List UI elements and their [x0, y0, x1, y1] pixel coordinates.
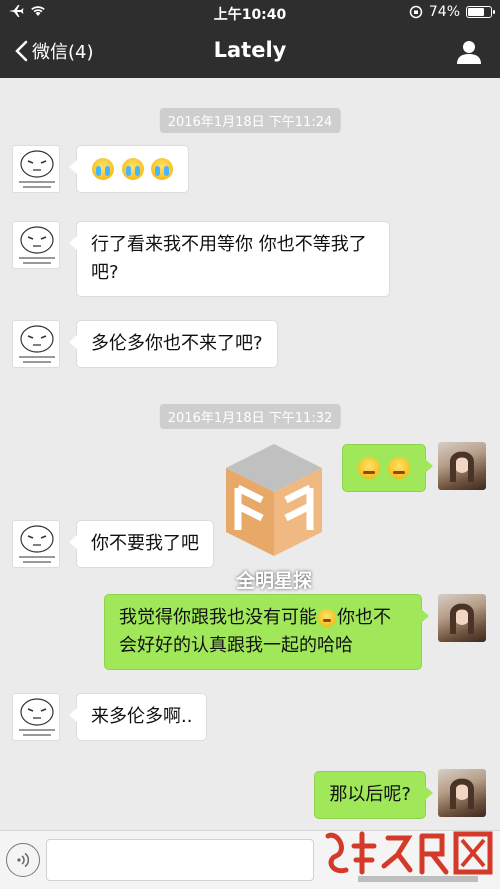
sound-wave-icon [17, 852, 30, 868]
angry-face-icon [388, 457, 410, 479]
message-text: 你不要我了吧 [91, 533, 199, 554]
message-bubble[interactable] [342, 444, 433, 492]
avatar[interactable] [12, 320, 60, 368]
cartoon-face-icon [19, 525, 55, 563]
nav-bar: 微信(4) Lately [0, 26, 500, 78]
avatar[interactable] [438, 594, 486, 642]
chat-area[interactable]: 2016年1月18日 下午11:24 行了看来我不用等你 你也不等我了吧? 多伦… [0, 78, 500, 830]
cartoon-face-icon [19, 150, 55, 188]
message-text: 多伦多你也不来了吧? [91, 333, 263, 354]
avatar[interactable] [12, 520, 60, 568]
battery-icon [466, 6, 495, 18]
cartoon-face-icon [19, 325, 55, 363]
chat-title: Lately [213, 38, 287, 62]
avatar[interactable] [12, 221, 60, 269]
profile-icon[interactable] [456, 39, 482, 65]
angry-face-icon [358, 457, 381, 479]
user-photo-icon [450, 603, 474, 634]
avatar[interactable] [12, 145, 60, 193]
message-text: 行了看来我不用等你 你也不等我了吧? [91, 234, 367, 283]
message-bubble[interactable]: 来多伦多啊.. [68, 693, 208, 741]
message-bubble[interactable]: 那以后呢? [314, 771, 433, 819]
cartoon-face-icon [19, 226, 55, 264]
cry-face-icon [151, 158, 174, 180]
site-logo-watermark [325, 831, 493, 882]
avatar[interactable] [12, 693, 60, 741]
angry-face-icon [318, 609, 336, 627]
timestamp: 2016年1月18日 下午11:32 [159, 404, 341, 429]
message-input[interactable] [46, 839, 314, 881]
user-photo-icon [450, 451, 474, 482]
cry-face-icon [121, 158, 144, 180]
user-photo-icon [450, 778, 474, 809]
status-right: 74% [409, 4, 495, 20]
message-bubble[interactable]: 多伦多你也不来了吧? [69, 320, 278, 368]
status-bar: 上午10:40 74% [0, 0, 500, 26]
avatar[interactable] [438, 769, 486, 817]
cartoon-face-icon [19, 698, 55, 736]
message-text: 来多伦多啊.. [91, 706, 193, 727]
message-text: 那以后呢? [329, 784, 411, 805]
timestamp: 2016年1月18日 下午11:24 [159, 108, 341, 133]
voice-input-button[interactable] [6, 843, 40, 877]
message-bubble[interactable] [68, 145, 190, 193]
rotation-lock-icon [409, 5, 423, 19]
cry-face-icon [92, 158, 114, 180]
message-bubble[interactable]: 你不要我了吧 [69, 520, 214, 568]
message-bubble[interactable]: 我觉得你跟我也没有可能 你也不会好好的认真跟我一起的哈哈 [104, 594, 429, 670]
avatar[interactable] [438, 442, 486, 490]
message-text: 我觉得你跟我也没有可能 [119, 607, 317, 628]
battery-percent: 74% [428, 4, 460, 20]
message-bubble[interactable]: 行了看来我不用等你 你也不等我了吧? [69, 221, 390, 297]
